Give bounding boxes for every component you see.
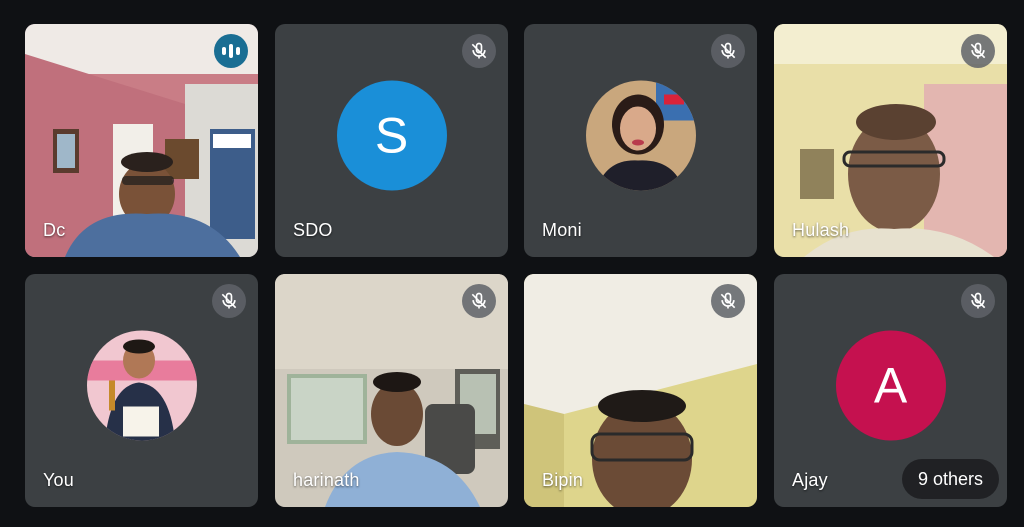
- avatar: [585, 80, 696, 190]
- mic-off-icon: [212, 284, 246, 318]
- participant-tile-sdo[interactable]: S SDO: [275, 24, 508, 257]
- mic-off-icon: [961, 284, 995, 318]
- participant-name: harinath: [293, 470, 360, 490]
- mic-off-icon: [711, 284, 745, 318]
- participant-name: Bipin: [542, 470, 584, 490]
- participant-name: SDO: [293, 220, 333, 240]
- participant-name: Hulash: [792, 220, 850, 240]
- avatar: [86, 330, 197, 440]
- participant-name: Dc: [43, 220, 66, 240]
- participant-tile-moni[interactable]: Moni: [524, 24, 757, 257]
- participant-grid: Dc S SDO Moni Hulash You harinath Bipin …: [0, 0, 1024, 527]
- participant-tile-dc[interactable]: Dc: [25, 24, 258, 257]
- participant-tile-hulash[interactable]: Hulash: [774, 24, 1007, 257]
- participant-tile-you[interactable]: You: [25, 274, 258, 507]
- mic-off-icon: [462, 34, 496, 68]
- participant-name: Moni: [542, 220, 582, 240]
- avatar: A: [835, 330, 946, 440]
- mic-off-icon: [961, 34, 995, 68]
- participant-name: You: [43, 470, 74, 490]
- participant-tile-harinath[interactable]: harinath: [275, 274, 508, 507]
- participant-tile-bipin[interactable]: Bipin: [524, 274, 757, 507]
- participant-tile-ajay[interactable]: A Ajay 9 others: [774, 274, 1007, 507]
- speaking-indicator-icon: [214, 34, 248, 68]
- avatar: S: [336, 80, 447, 190]
- participant-name: Ajay: [792, 470, 828, 490]
- mic-off-icon: [462, 284, 496, 318]
- others-button[interactable]: 9 others: [901, 459, 999, 499]
- mic-off-icon: [711, 34, 745, 68]
